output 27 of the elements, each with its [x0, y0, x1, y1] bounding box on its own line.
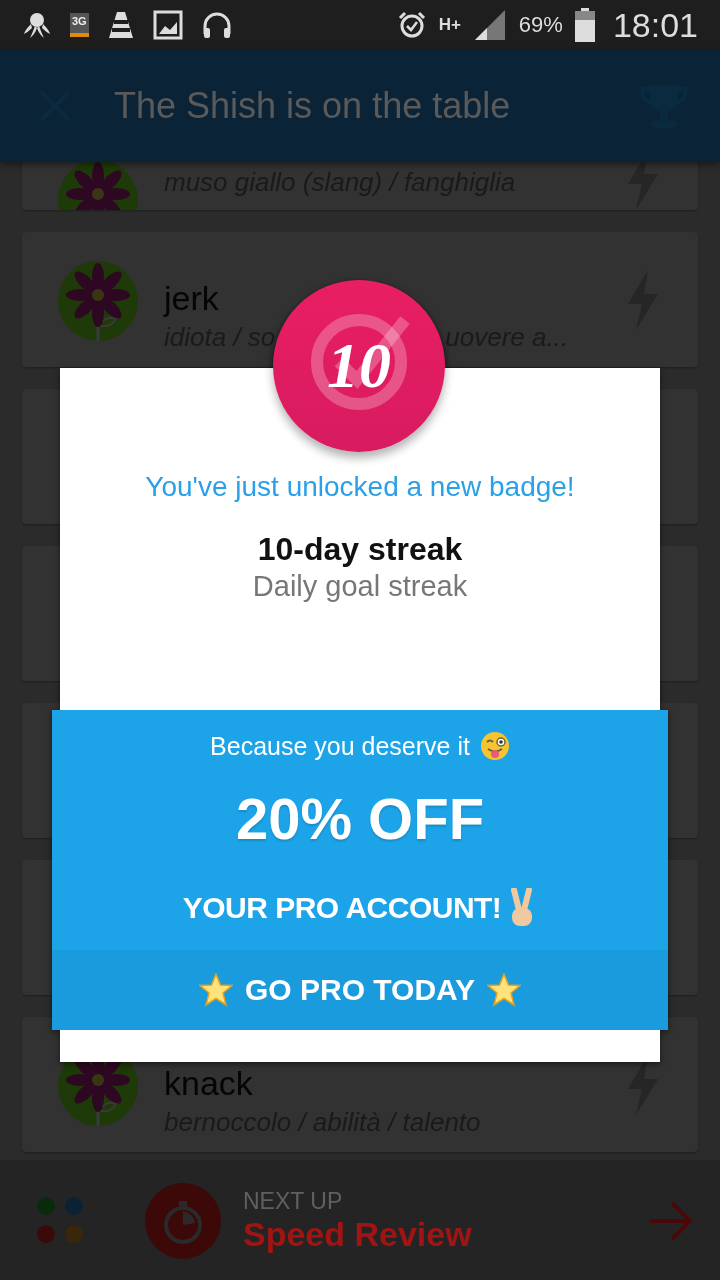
stopwatch-icon [145, 1182, 221, 1259]
star-icon [198, 973, 233, 1007]
network-badge: 3G [70, 13, 89, 37]
alarm-clock-icon [396, 10, 427, 40]
promo-text: Because you deserve it [210, 731, 470, 761]
battery-icon [574, 8, 595, 42]
promo-subheading: YOUR PRO ACCOUNT! [182, 891, 502, 925]
winking-face-icon [479, 731, 510, 761]
image-icon [152, 10, 183, 40]
lightning-icon [626, 162, 660, 210]
badge-number: 10 [327, 329, 391, 403]
go-pro-button[interactable]: GO PRO TODAY [52, 950, 668, 1030]
next-up-label: NEXT UP [243, 1187, 344, 1215]
discount-headline: 20% OFF [235, 785, 485, 852]
dots-grid-icon[interactable] [36, 1195, 86, 1246]
badge-subtitle: Daily goal streak [252, 570, 468, 603]
dialog-heading: You've just unlocked a new badge! [145, 471, 575, 503]
next-activity-title[interactable]: Speed Review [243, 1214, 648, 1254]
clock-time: 18:01 [612, 5, 698, 45]
badge-title: 10-day streak [257, 531, 463, 568]
star-icon [487, 973, 522, 1007]
app-bar-title: The Shish is on the table [114, 85, 512, 127]
traffic-cone-icon [106, 10, 135, 40]
arrow-right-icon[interactable] [648, 1200, 694, 1241]
network-type: H+ [438, 15, 461, 35]
flower-icon [58, 258, 138, 341]
battery-percent: 69% [518, 12, 563, 38]
